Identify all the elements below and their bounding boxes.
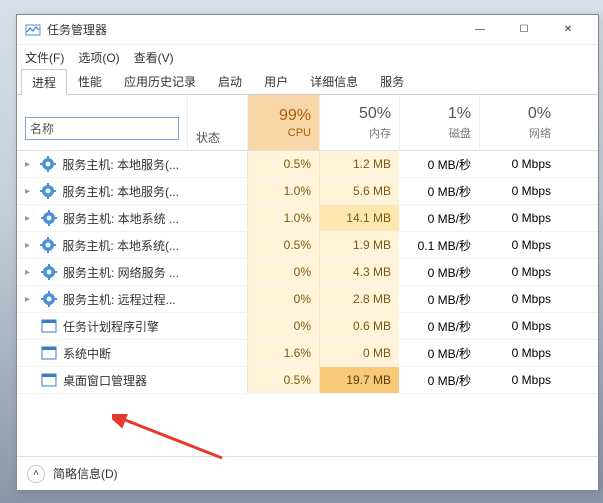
column-headers: 名称 状态 99% CPU 50% 内存 1% 磁盘 0% 网络 xyxy=(17,95,598,151)
network-value: 0 Mbps xyxy=(479,232,559,258)
expand-icon[interactable]: ▸ xyxy=(25,240,34,251)
cpu-value: 0.5% xyxy=(247,151,319,177)
memory-value: 19.7 MB xyxy=(319,367,399,393)
col-header-disk[interactable]: 1% 磁盘 xyxy=(399,95,479,150)
process-name: 服务主机: 本地服务(... xyxy=(62,156,179,173)
statusbar: ˄ 简略信息(D) xyxy=(17,456,598,490)
table-row[interactable]: ▸ 服务主机: 本地服务(... 1.0%5.6 MB0 MB/秒0 Mbps xyxy=(17,178,598,205)
cpu-value: 1.0% xyxy=(247,178,319,204)
disk-value: 0 MB/秒 xyxy=(399,178,479,204)
process-name: 服务主机: 本地系统(... xyxy=(62,237,179,254)
expand-icon[interactable]: ▸ xyxy=(25,159,34,170)
disk-value: 0 MB/秒 xyxy=(399,259,479,285)
tab-详细信息[interactable]: 详细信息 xyxy=(299,68,369,94)
table-row[interactable]: ▸ 服务主机: 网络服务 ... 0%4.3 MB0 MB/秒0 Mbps xyxy=(17,259,598,286)
expand-icon[interactable]: ▸ xyxy=(25,213,35,224)
memory-value: 1.9 MB xyxy=(319,232,399,258)
table-row[interactable]: 系统中断 1.6%0 MB0 MB/秒0 Mbps xyxy=(17,340,598,367)
disk-value: 0 MB/秒 xyxy=(399,151,479,177)
cpu-value: 0% xyxy=(247,259,319,285)
menubar: 文件(F) 选项(O) 查看(V) xyxy=(17,45,598,69)
close-button[interactable]: ✕ xyxy=(546,16,590,44)
task-manager-window: 任务管理器 — ☐ ✕ 文件(F) 选项(O) 查看(V) 进程性能应用历史记录… xyxy=(16,14,599,491)
cpu-value: 0% xyxy=(247,286,319,312)
disk-value: 0 MB/秒 xyxy=(399,367,479,393)
expand-icon[interactable]: ▸ xyxy=(25,186,34,197)
cpu-value: 0.5% xyxy=(247,367,319,393)
memory-value: 0.6 MB xyxy=(319,313,399,339)
tab-性能[interactable]: 性能 xyxy=(67,68,113,94)
app-icon xyxy=(25,22,41,38)
col-header-name[interactable]: 名称 xyxy=(17,95,187,150)
disk-value: 0 MB/秒 xyxy=(399,340,479,366)
cpu-value: 1.0% xyxy=(247,205,319,231)
minimize-button[interactable]: — xyxy=(458,16,502,44)
process-name: 任务计划程序引擎 xyxy=(63,318,159,335)
col-header-cpu[interactable]: 99% CPU xyxy=(247,95,319,150)
memory-value: 5.6 MB xyxy=(319,178,399,204)
disk-value: 0 MB/秒 xyxy=(399,313,479,339)
process-name: 桌面窗口管理器 xyxy=(63,372,147,389)
process-name: 系统中断 xyxy=(63,345,111,362)
tab-服务[interactable]: 服务 xyxy=(369,68,415,94)
col-header-memory[interactable]: 50% 内存 xyxy=(319,95,399,150)
process-list: ▸服务主机: 本地服务(...0.5%1.2 MB0 MB/秒0 Mbps▸服务… xyxy=(17,151,598,456)
memory-value: 1.2 MB xyxy=(319,151,399,177)
menu-options[interactable]: 选项(O) xyxy=(78,49,119,66)
memory-value: 0 MB xyxy=(319,340,399,366)
cpu-value: 0.5% xyxy=(247,232,319,258)
cpu-value: 0% xyxy=(247,313,319,339)
process-name: 服务主机: 本地服务(... xyxy=(62,183,179,200)
maximize-button[interactable]: ☐ xyxy=(502,16,546,44)
table-row[interactable]: 桌面窗口管理器 0.5%19.7 MB0 MB/秒0 Mbps xyxy=(17,367,598,394)
chevron-up-icon[interactable]: ˄ xyxy=(27,465,45,483)
disk-value: 0 MB/秒 xyxy=(399,286,479,312)
col-header-network[interactable]: 0% 网络 xyxy=(479,95,559,150)
process-name: 服务主机: 网络服务 ... xyxy=(63,264,179,281)
network-value: 0 Mbps xyxy=(479,178,559,204)
network-value: 0 Mbps xyxy=(479,313,559,339)
memory-value: 4.3 MB xyxy=(319,259,399,285)
process-name: 服务主机: 远程过程... xyxy=(63,291,176,308)
table-row[interactable]: ▸ 服务主机: 本地系统 ... 1.0%14.1 MB0 MB/秒0 Mbps xyxy=(17,205,598,232)
memory-value: 2.8 MB xyxy=(319,286,399,312)
titlebar: 任务管理器 — ☐ ✕ xyxy=(17,15,598,45)
disk-value: 0.1 MB/秒 xyxy=(399,232,479,258)
menu-file[interactable]: 文件(F) xyxy=(25,49,64,66)
tab-用户[interactable]: 用户 xyxy=(253,68,299,94)
tabs: 进程性能应用历史记录启动用户详细信息服务 xyxy=(17,69,598,95)
expand-icon[interactable]: ▸ xyxy=(25,267,35,278)
network-value: 0 Mbps xyxy=(479,340,559,366)
memory-value: 14.1 MB xyxy=(319,205,399,231)
network-value: 0 Mbps xyxy=(479,259,559,285)
disk-value: 0 MB/秒 xyxy=(399,205,479,231)
expand-icon[interactable]: ▸ xyxy=(25,294,35,305)
network-value: 0 Mbps xyxy=(479,286,559,312)
menu-view[interactable]: 查看(V) xyxy=(134,49,174,66)
process-name: 服务主机: 本地系统 ... xyxy=(63,210,179,227)
window-title: 任务管理器 xyxy=(47,21,458,38)
network-value: 0 Mbps xyxy=(479,151,559,177)
cpu-value: 1.6% xyxy=(247,340,319,366)
network-value: 0 Mbps xyxy=(479,367,559,393)
table-row[interactable]: ▸ 服务主机: 本地服务(... 0.5%1.2 MB0 MB/秒0 Mbps xyxy=(17,151,598,178)
fewer-details-link[interactable]: 简略信息(D) xyxy=(53,465,118,482)
col-header-status[interactable]: 状态 xyxy=(187,95,247,150)
table-row[interactable]: ▸ 服务主机: 本地系统(... 0.5%1.9 MB0.1 MB/秒0 Mbps xyxy=(17,232,598,259)
network-value: 0 Mbps xyxy=(479,205,559,231)
tab-启动[interactable]: 启动 xyxy=(207,68,253,94)
table-row[interactable]: ▸ 服务主机: 远程过程... 0%2.8 MB0 MB/秒0 Mbps xyxy=(17,286,598,313)
table-row[interactable]: 任务计划程序引擎 0%0.6 MB0 MB/秒0 Mbps xyxy=(17,313,598,340)
tab-应用历史记录[interactable]: 应用历史记录 xyxy=(113,68,207,94)
tab-进程[interactable]: 进程 xyxy=(21,69,67,95)
